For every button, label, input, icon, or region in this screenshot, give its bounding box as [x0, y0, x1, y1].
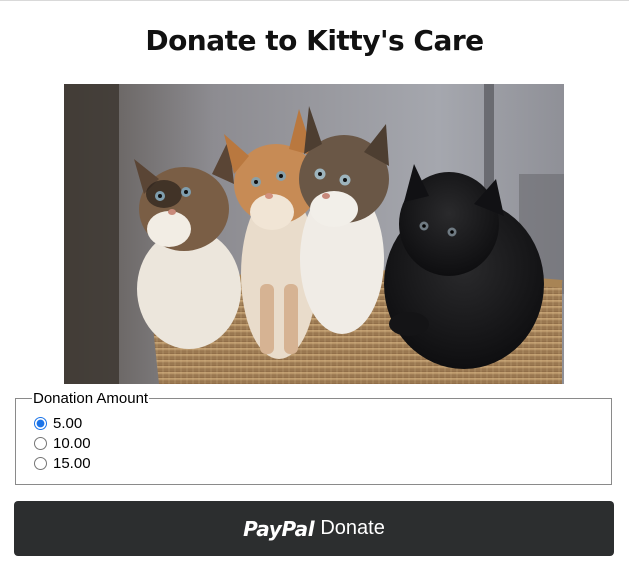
paypal-donate-button[interactable]: PayPal Donate [14, 501, 614, 556]
amount-option-10[interactable]: 10.00 [34, 433, 611, 453]
amount-radio-10[interactable] [34, 436, 47, 450]
donation-amount-group: Donation Amount 5.00 10.00 15.00 [15, 390, 612, 485]
amount-radio-5[interactable] [34, 416, 47, 430]
kittens-photo [64, 84, 564, 384]
top-divider [0, 0, 629, 1]
donation-amount-legend: Donation Amount [33, 390, 149, 407]
amount-radio-15[interactable] [34, 456, 47, 470]
paypal-donate-label: Donate [320, 517, 385, 539]
page-title: Donate to Kitty's Care [145, 24, 484, 57]
amount-label-10: 10.00 [53, 434, 91, 452]
amount-label-5: 5.00 [53, 414, 83, 432]
amount-option-5[interactable]: 5.00 [34, 413, 611, 433]
paypal-logo: PayPal [243, 516, 315, 541]
amount-option-15[interactable]: 15.00 [34, 453, 611, 473]
amount-label-15: 15.00 [53, 454, 91, 472]
